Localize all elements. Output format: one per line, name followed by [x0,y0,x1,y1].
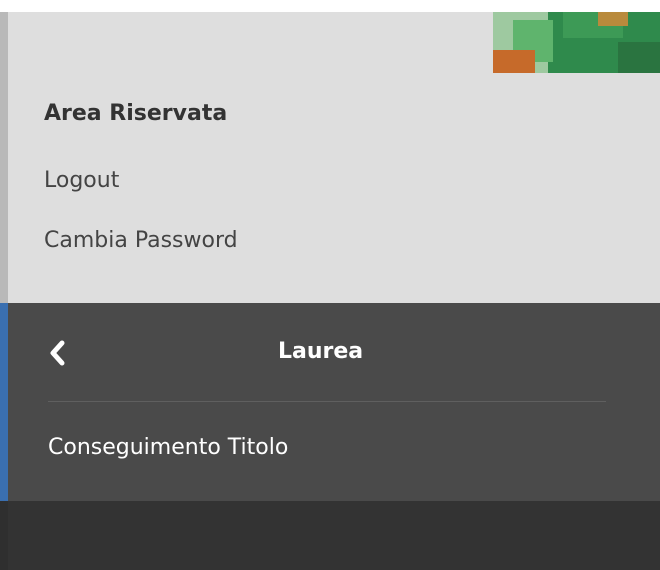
reserved-area-panel: Area Riservata Logout Cambia Password [8,12,660,303]
user-avatar-icon[interactable] [493,12,660,73]
app-frame: Area Riservata Logout Cambia Password La… [0,0,660,570]
reserved-area-title: Area Riservata [44,101,228,126]
menu-item-conseguimento-titolo[interactable]: Conseguimento Titolo [48,435,288,460]
submenu-title: Laurea [278,339,364,364]
logout-link[interactable]: Logout [44,168,119,193]
submenu-divider [48,401,606,402]
left-edge-indicator [0,12,8,303]
active-section-indicator [0,303,8,501]
footer-area [8,501,660,570]
chevron-left-icon [50,340,65,366]
back-button[interactable] [46,339,70,367]
change-password-link[interactable]: Cambia Password [44,228,238,253]
left-edge-footer [0,501,8,570]
submenu-panel: Laurea Conseguimento Titolo [8,303,660,501]
